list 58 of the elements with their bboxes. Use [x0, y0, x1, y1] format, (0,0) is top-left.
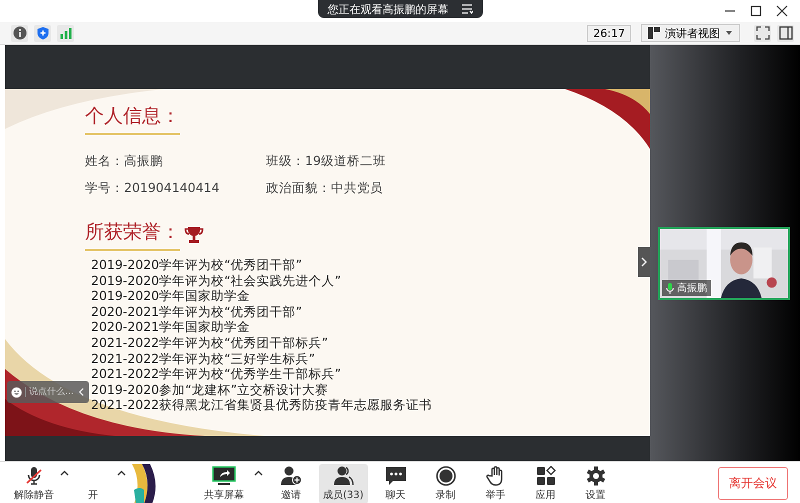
hand-button[interactable]: 举手 [474, 464, 518, 503]
honor-item: 2019-2020学年评为校“社会实践先进个人” [91, 272, 342, 288]
screen-share-icon [212, 466, 236, 486]
maximize-icon[interactable] [750, 5, 762, 17]
panel-toggle-handle[interactable] [638, 247, 650, 277]
info-button[interactable] [11, 24, 28, 42]
caret-icon[interactable] [117, 470, 126, 476]
signal-button[interactable] [57, 24, 74, 42]
meeting-timer: 26:17 [587, 24, 631, 42]
video-button[interactable]: 开 [71, 464, 115, 503]
banner-text: 您正在观看高振鹏的屏幕 [328, 2, 448, 16]
info-text: 姓名：高振鹏 [85, 153, 164, 170]
invite-button[interactable]: 邀请 [269, 464, 313, 503]
sidebar-toggle-button[interactable] [777, 24, 794, 42]
video-tile[interactable]: 高振鹏 [658, 227, 790, 300]
honor-item: 2021-2022学年评为校“优秀团干部标兵” [91, 334, 328, 351]
add-person-icon [280, 466, 302, 486]
honor-item: 2019-2020参加“龙建杯”立交桥设计大赛 [91, 382, 328, 398]
chat-icon [384, 466, 407, 486]
honor-item: 2019-2020学年评为校“优秀团干部” [91, 257, 302, 273]
record-icon [434, 466, 457, 486]
info-text: 政治面貌：中共党员 [266, 180, 384, 197]
fullscreen-button[interactable] [754, 24, 771, 42]
caret-icon[interactable] [254, 470, 263, 476]
section-heading: 个人信息： [85, 103, 180, 135]
microphone-icon [666, 282, 674, 294]
muted-microphone-icon [25, 466, 43, 486]
participant-name: 高振鹏 [677, 282, 707, 295]
honor-item: 2021-2022学年评为校“三好学生标兵” [91, 350, 316, 366]
settings-icon [584, 466, 607, 486]
people-icon [332, 466, 354, 486]
security-button[interactable] [34, 24, 51, 42]
share-button[interactable]: 共享屏幕 [200, 464, 248, 503]
info-text: 学号：201904140414 [85, 180, 220, 197]
trophy-icon [184, 225, 204, 245]
caret-icon [725, 30, 733, 36]
chat-button[interactable]: 聊天 [374, 464, 418, 503]
honor-item: 2021-2022学年评为校“优秀学生干部标兵” [91, 366, 342, 382]
honor-item: 2020-2021学年国家助学金 [91, 319, 250, 335]
view-mode-button[interactable]: 演讲者视图 [641, 24, 740, 42]
leave-meeting-button[interactable]: 离开会议 [718, 467, 788, 500]
section-heading: 所获荣誉： [85, 219, 180, 251]
settings-button[interactable]: 设置 [574, 464, 618, 503]
unmute-button[interactable]: 解除静音 [10, 464, 58, 503]
caret-icon[interactable] [60, 470, 69, 476]
close-icon[interactable] [776, 5, 788, 17]
info-text: 班级：19级道桥二班 [266, 153, 387, 170]
menu-icon[interactable] [460, 4, 472, 14]
apps-icon [534, 466, 557, 486]
honor-item: 2019-2020学年国家助学金 [91, 288, 250, 304]
collapse-icon[interactable] [78, 387, 85, 397]
record-button[interactable]: 录制 [424, 464, 468, 503]
honor-item: 2020-2021学年评为校“优秀团干部” [91, 304, 302, 320]
emoji-icon[interactable] [11, 386, 22, 398]
members-button[interactable]: 成员(33) [319, 464, 368, 503]
layout-icon [648, 27, 660, 39]
apps-button[interactable]: 应用 [524, 464, 568, 503]
honor-item: 2021-2022获得黑龙江省集贤县优秀防疫青年志愿服务证书 [91, 397, 432, 413]
